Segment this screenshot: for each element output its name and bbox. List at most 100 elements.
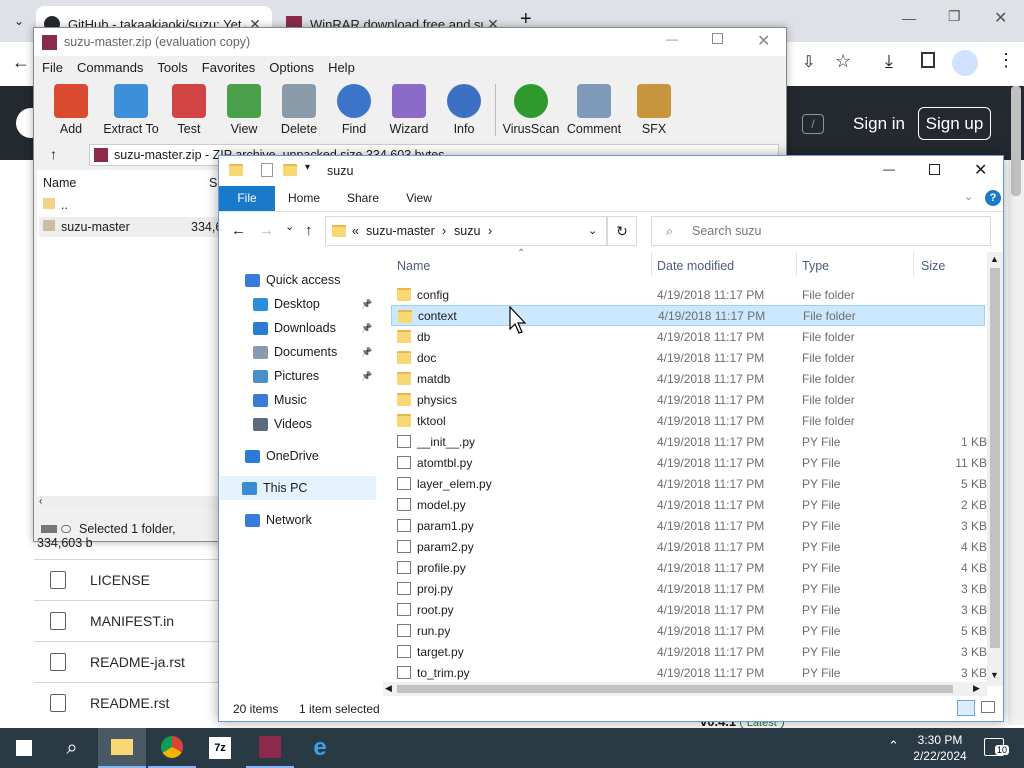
scrollbar-thumb[interactable] [397,685,953,693]
bookmark-star-icon[interactable]: ☆ [835,51,851,72]
breadcrumb-suzu-master[interactable]: suzu-master [366,217,435,245]
file-list-row[interactable]: doc 4/19/2018 11:17 PM File folder [391,347,985,368]
nav-item-desktop[interactable]: Desktop 📌 [219,292,375,316]
recent-locations-chevron-icon[interactable]: ⌄ [285,220,294,233]
scroll-left-icon[interactable]: ◀ [385,683,392,694]
breadcrumb-suzu[interactable]: suzu [454,217,480,245]
minimize-icon[interactable]: — [902,10,916,26]
column-header-date[interactable]: Date modified [657,259,734,273]
file-list-row[interactable]: model.py 4/19/2018 11:17 PM PY File 2 KB [391,494,987,515]
install-app-icon[interactable]: ⇩ [802,52,815,72]
column-divider[interactable] [913,252,914,276]
nav-item-music[interactable]: Music [219,388,375,412]
file-list-row[interactable]: to_trim.py 4/19/2018 11:17 PM PY File 3 KB [391,662,987,683]
address-dropdown-icon[interactable]: ⌄ [588,217,597,245]
virusscan-button[interactable]: VirusScan [500,84,562,136]
nav-item-this-pc[interactable]: This PC [220,476,376,500]
wizard-button[interactable]: Wizard [379,84,439,136]
7zip-taskbar-button[interactable]: 7z [196,728,244,768]
nav-item-pictures[interactable]: Pictures 📌 [219,364,375,388]
comment-button[interactable]: Comment [564,84,624,136]
file-list-row[interactable]: context 4/19/2018 11:17 PM File folder [391,305,985,326]
file-list-row[interactable]: root.py 4/19/2018 11:17 PM PY File 3 KB [391,599,987,620]
ribbon-expand-icon[interactable]: ⌄ [964,190,973,203]
details-view-icon[interactable] [957,700,975,716]
scroll-down-icon[interactable]: ▼ [990,670,999,680]
ribbon-tab-share[interactable]: Share [337,186,389,211]
pin-icon[interactable]: 📌 [361,299,372,310]
column-divider[interactable] [651,252,652,276]
scroll-up-icon[interactable]: ▲ [990,254,999,264]
tab-list-chevron-icon[interactable]: ⌄ [8,10,30,32]
sign-up-button[interactable]: Sign up [918,107,991,140]
kebab-menu-icon[interactable]: ⋮ [997,50,1015,71]
column-name-header[interactable]: Name [43,176,76,190]
file-list-row[interactable]: param2.py 4/19/2018 11:17 PM PY File 4 KB [391,536,987,557]
file-list-row[interactable]: physics 4/19/2018 11:17 PM File folder [391,389,985,410]
vertical-scrollbar[interactable]: ▲ ▼ [987,252,1003,686]
nav-item-network[interactable]: Network [219,508,375,532]
breadcrumb-overflow[interactable]: « [352,217,359,245]
nav-item-downloads[interactable]: Downloads 📌 [219,316,375,340]
refresh-button[interactable]: ↻ [607,216,637,246]
search-box[interactable]: ⌕ Search suzu [651,216,991,246]
horizontal-scrollbar[interactable]: ‹ [37,496,222,508]
menu-file[interactable]: File [42,60,63,75]
file-list-row[interactable]: param1.py 4/19/2018 11:17 PM PY File 3 KB [391,515,987,536]
close-icon[interactable]: ✕ [974,160,987,180]
file-list-row[interactable]: target.py 4/19/2018 11:17 PM PY File 3 KB [391,641,987,662]
scrollbar-thumb[interactable] [990,268,1000,648]
file-list-row[interactable]: matdb 4/19/2018 11:17 PM File folder [391,368,985,389]
ie-taskbar-button[interactable]: e [296,728,344,768]
ribbon-tab-home[interactable]: Home [279,186,329,211]
add-button[interactable]: Add [41,84,101,136]
nav-item-videos[interactable]: Videos [219,412,375,436]
back-arrow-icon[interactable]: ← [12,52,30,73]
column-header-name[interactable]: Name [397,259,430,273]
close-window-icon[interactable]: ✕ [994,8,1007,28]
nav-item-documents[interactable]: Documents 📌 [219,340,375,364]
address-bar[interactable]: « suzu-master › suzu › ⌄ [325,216,607,246]
menu-help[interactable]: Help [328,60,355,75]
large-icons-view-icon[interactable] [981,701,995,713]
nav-item-onedrive[interactable]: OneDrive [219,444,375,468]
minimize-icon[interactable]: — [883,162,895,176]
menu-options[interactable]: Options [269,60,314,75]
column-divider[interactable] [796,252,797,276]
file-list-row[interactable]: db 4/19/2018 11:17 PM File folder [391,326,985,347]
winrar-taskbar-button[interactable] [246,728,294,768]
menu-favorites[interactable]: Favorites [202,60,255,75]
page-scrollbar[interactable] [1008,86,1024,725]
file-list-row[interactable]: layer_elem.py 4/19/2018 11:17 PM PY File 5 … [391,473,987,494]
delete-button[interactable]: Delete [269,84,329,136]
pin-icon[interactable]: 📌 [361,323,372,334]
back-arrow-icon[interactable]: ← [231,222,246,239]
info-button[interactable]: Info [434,84,494,136]
list-item[interactable]: .. [43,198,68,212]
forward-arrow-icon[interactable]: → [259,222,274,239]
file-list-row[interactable]: proj.py 4/19/2018 11:17 PM PY File 3 KB [391,578,987,599]
minimize-icon[interactable]: — [666,32,678,46]
file-list-row[interactable]: atomtbl.py 4/19/2018 11:17 PM PY File 11 KB [391,452,987,473]
notification-center-button[interactable]: 10 [984,738,1010,756]
maximize-icon[interactable] [929,164,940,175]
pin-icon[interactable]: 📌 [361,347,372,358]
show-hidden-icons-chevron-icon[interactable]: ⌃ [888,738,899,754]
quick-access-dropdown-icon[interactable]: ▾ [305,162,310,173]
side-panel-icon[interactable] [921,52,935,68]
profile-avatar[interactable] [952,50,978,76]
properties-icon[interactable] [261,163,273,177]
extract-to-button[interactable]: Extract To [100,84,162,136]
restore-icon[interactable]: ❐ [948,8,961,25]
ribbon-tab-file[interactable]: File [219,186,275,211]
menu-tools[interactable]: Tools [157,60,187,75]
file-list-row[interactable]: run.py 4/19/2018 11:17 PM PY File 5 KB [391,620,987,641]
menu-commands[interactable]: Commands [77,60,143,75]
pin-icon[interactable]: 📌 [361,371,372,382]
column-header-size[interactable]: Size [921,259,945,273]
list-item[interactable]: suzu-master 334,6 [39,217,222,237]
test-button[interactable]: Test [159,84,219,136]
clock[interactable]: 3:30 PM 2/22/2024 [910,732,970,764]
sign-in-link[interactable]: Sign in [850,108,908,140]
nav-item-quick-access[interactable]: Quick access [219,268,375,292]
